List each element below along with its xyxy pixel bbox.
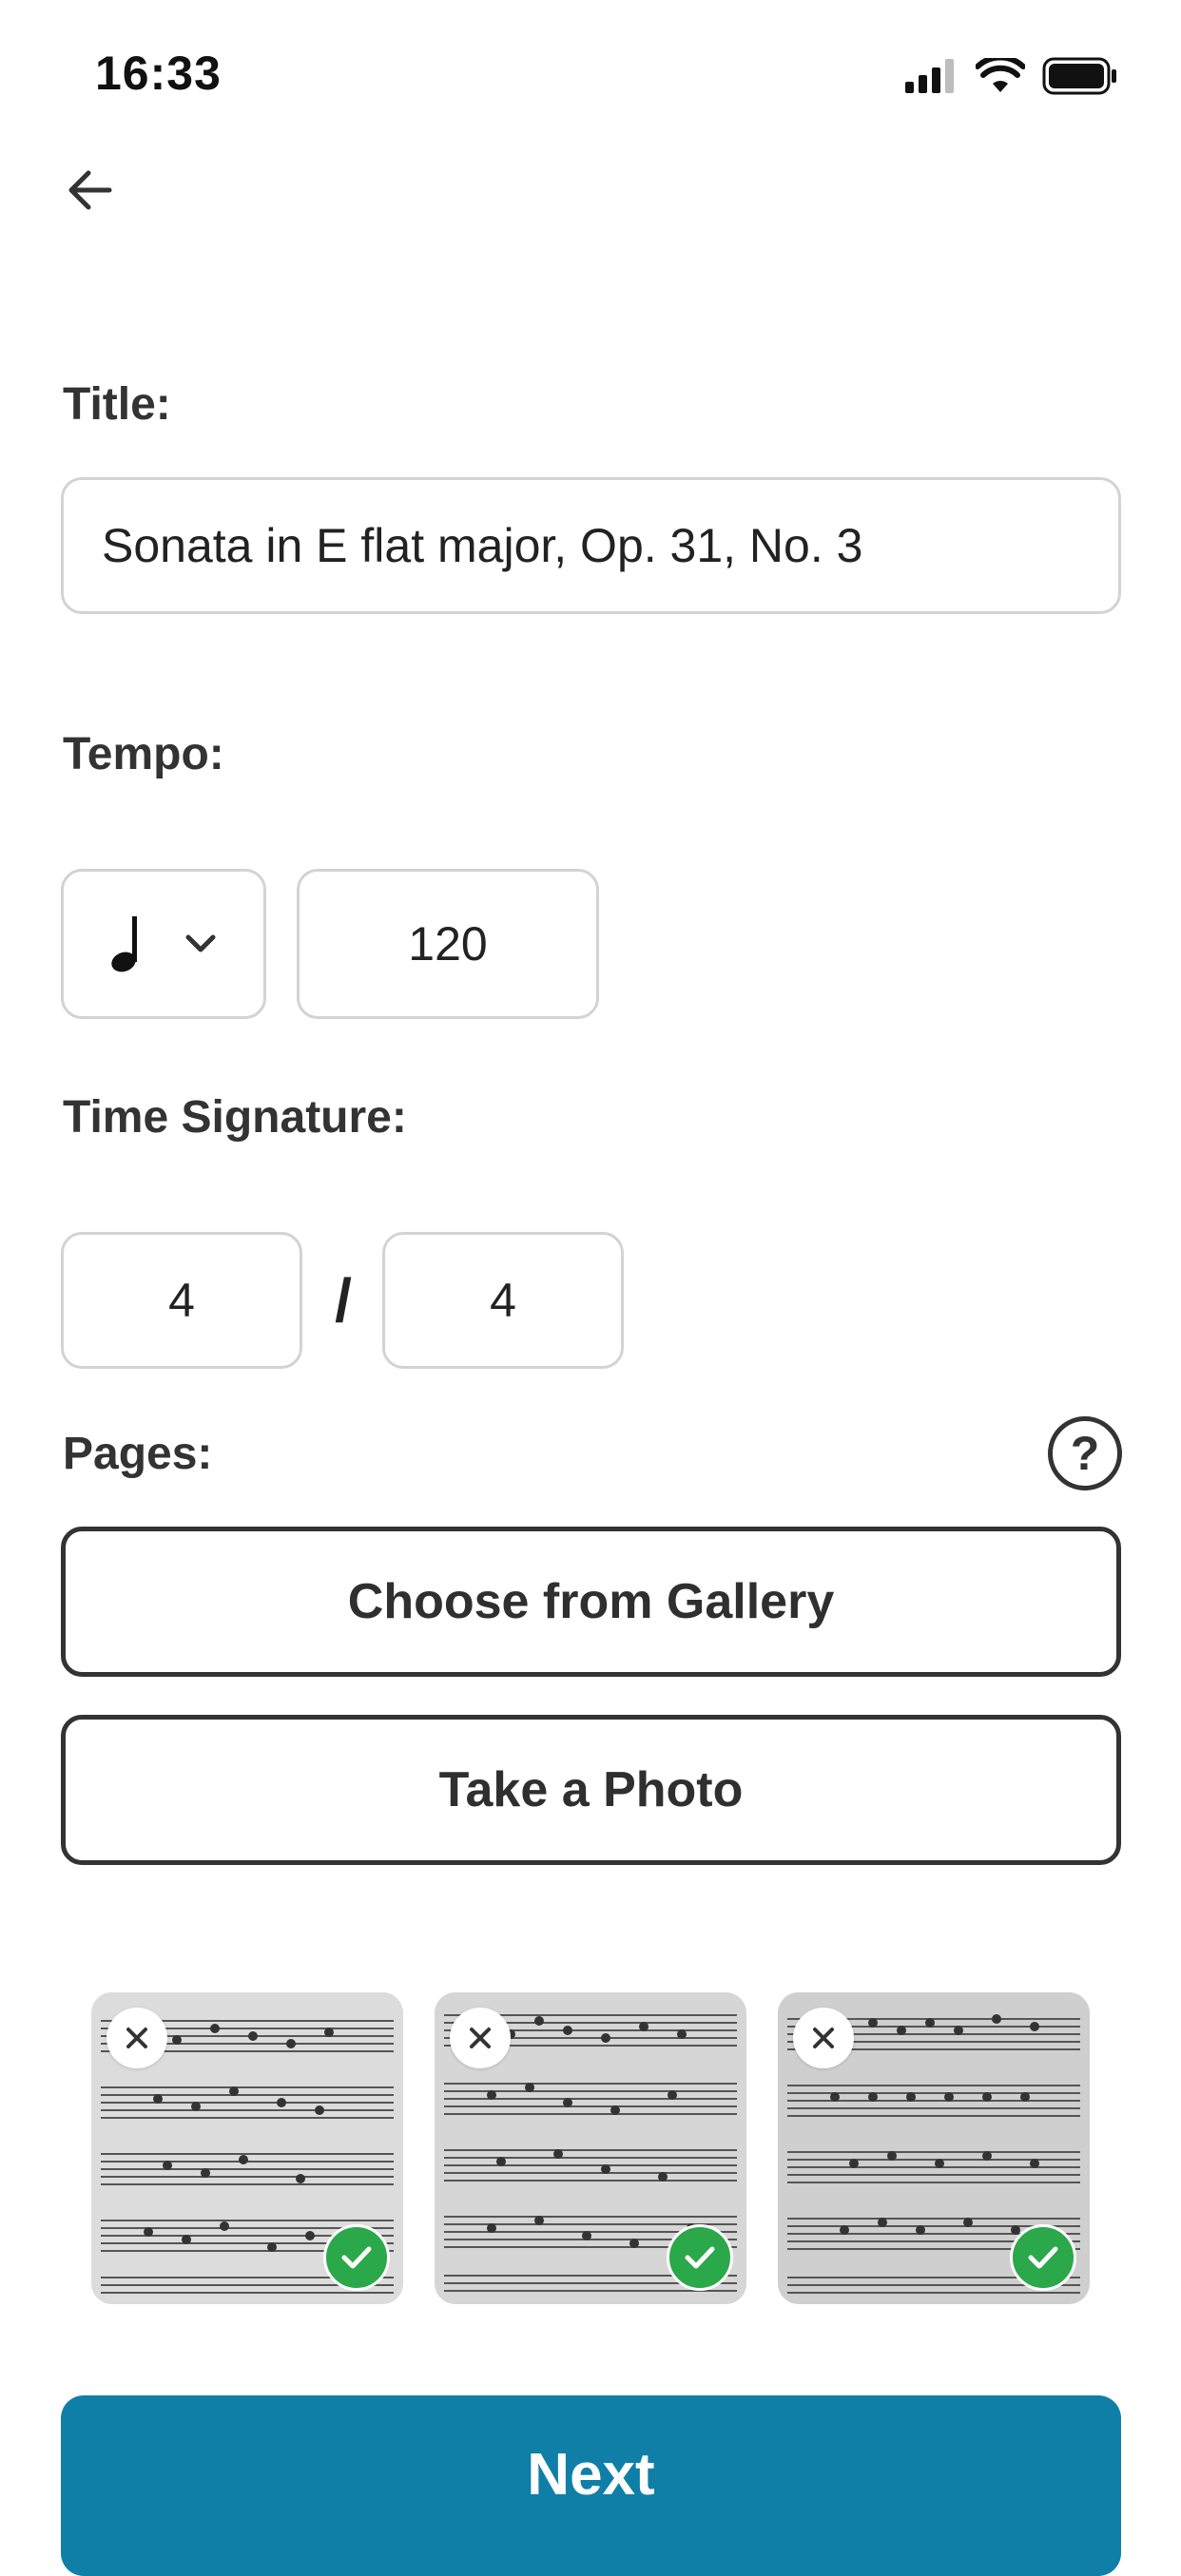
time-signature-top-input[interactable]: 4: [61, 1232, 302, 1369]
back-button[interactable]: [57, 157, 124, 223]
chevron-down-icon: [185, 934, 216, 952]
selected-check-badge: [667, 2224, 733, 2291]
time-signature-label: Time Signature:: [63, 1092, 407, 1143]
check-icon: [685, 2246, 715, 2269]
page-thumbnail[interactable]: [778, 1992, 1090, 2304]
remove-page-button[interactable]: [106, 2008, 167, 2068]
status-icons: [905, 55, 1118, 97]
selected-check-badge: [1010, 2224, 1076, 2291]
tempo-input[interactable]: 120: [297, 869, 599, 1019]
battery-icon: [1042, 57, 1116, 95]
take-photo-button[interactable]: Take a Photo: [61, 1715, 1121, 1865]
quarter-note-icon: [111, 916, 137, 972]
selected-check-badge: [323, 2224, 390, 2291]
signal-icon: [905, 59, 954, 93]
page-thumbnail[interactable]: [91, 1992, 403, 2304]
tempo-label: Tempo:: [63, 729, 224, 779]
remove-page-button[interactable]: [793, 2008, 854, 2068]
pages-label: Pages:: [63, 1429, 213, 1479]
time-signature-bottom-input[interactable]: 4: [382, 1232, 624, 1369]
wifi-icon: [976, 58, 1025, 92]
close-icon: [126, 2028, 147, 2048]
page-thumbnail[interactable]: [435, 1992, 746, 2304]
tempo-note-select[interactable]: [61, 869, 266, 1019]
remove-page-button[interactable]: [450, 2008, 511, 2068]
arrow-left-icon: [68, 170, 112, 210]
close-icon: [470, 2028, 491, 2048]
check-icon: [1028, 2246, 1058, 2269]
close-icon: [813, 2028, 834, 2048]
check-icon: [341, 2246, 372, 2269]
status-time: 16:33: [95, 47, 222, 100]
next-button[interactable]: Next: [61, 2395, 1121, 2576]
time-signature-separator: /: [335, 1266, 352, 1335]
help-icon[interactable]: ?: [1048, 1416, 1122, 1490]
title-label: Title:: [63, 379, 171, 430]
title-input[interactable]: Sonata in E flat major, Op. 31, No. 3: [61, 477, 1121, 614]
choose-from-gallery-button[interactable]: Choose from Gallery: [61, 1527, 1121, 1677]
